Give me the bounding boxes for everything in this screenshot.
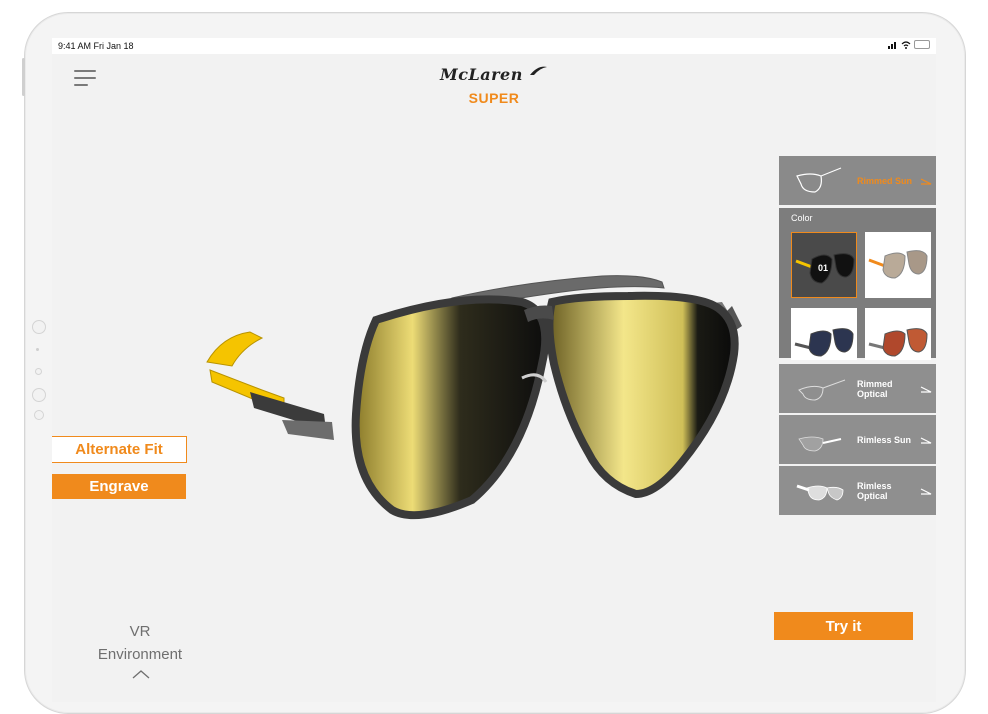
chevron-icon [920, 177, 932, 185]
status-bar: 9:41 AM Fri Jan 18 [52, 38, 936, 54]
swatch-glasses-thumbnail [794, 328, 854, 357]
swatch-glasses-thumbnail [868, 328, 928, 357]
style-item-rimmed-optical[interactable]: Rimmed Optical [779, 364, 936, 413]
model-name: SUPER [468, 90, 520, 106]
color-title: Color [791, 213, 813, 223]
style-label: Rimmed Sun [857, 175, 913, 186]
vr-label: VR [129, 623, 151, 640]
vr-environment-toggle[interactable]: VR Environment [92, 620, 188, 666]
sunglasses-3d-view[interactable] [202, 274, 762, 564]
status-time: 9:41 AM Fri Jan 18 [58, 41, 134, 51]
engrave-button[interactable]: Engrave [52, 474, 186, 499]
color-swatch-02[interactable] [865, 232, 931, 298]
color-swatch-01[interactable]: 01 [791, 232, 857, 298]
swatch-number: 01 [818, 263, 829, 273]
status-icons [888, 40, 930, 49]
wifi-icon [901, 40, 911, 49]
speedmark-icon [529, 66, 547, 75]
style-panel: Rimmed Sun Color 01 Rimmed Optical Rimle… [779, 156, 936, 515]
style-item-rimless-sun[interactable]: Rimless Sun [779, 415, 936, 464]
color-swatch-04[interactable] [865, 308, 931, 360]
app-screen: 9:41 AM Fri Jan 18 McLaren SUPER Alterna… [52, 38, 936, 702]
rimless-optical-thumbnail [796, 484, 844, 500]
rimmed-sun-thumbnail [796, 167, 842, 193]
battery-icon [914, 40, 930, 49]
chevron-icon [920, 487, 932, 495]
style-label: Rimless Optical [857, 480, 892, 501]
try-it-button[interactable]: Try it [774, 612, 913, 640]
rimless-sun-thumbnail [798, 436, 842, 451]
chevron-icon [920, 436, 932, 444]
brand-logo: McLaren [52, 65, 936, 84]
style-label: Rimless Sun [857, 434, 912, 445]
alternate-fit-button[interactable]: Alternate Fit [52, 436, 187, 463]
chevron-up-icon[interactable] [132, 668, 150, 680]
hardware-button [22, 58, 25, 96]
color-swatch-03[interactable] [791, 308, 857, 360]
color-section: Color 01 [779, 208, 936, 360]
swatch-glasses-thumbnail [868, 250, 928, 279]
environment-label: Environment [97, 646, 183, 663]
style-item-rimmed-sun[interactable]: Rimmed Sun [779, 156, 936, 205]
brand-name: McLaren [440, 65, 523, 84]
signal-icon [888, 41, 896, 49]
rimmed-optical-thumbnail [798, 379, 846, 401]
style-item-rimless-optical[interactable]: Rimless Optical [779, 466, 936, 515]
style-label: Rimmed Optical [857, 378, 893, 399]
chevron-icon [920, 385, 932, 393]
